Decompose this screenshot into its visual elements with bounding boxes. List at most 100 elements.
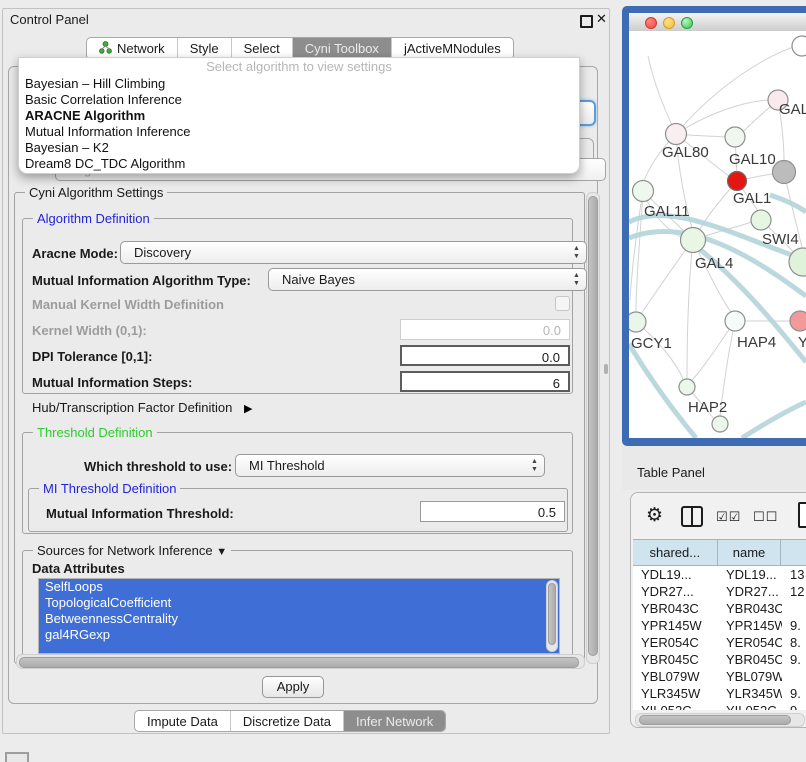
- zoom-traffic-light[interactable]: [681, 17, 693, 29]
- table-row[interactable]: YIL052CYIL052C9.: [633, 702, 806, 710]
- deselect-all-checkboxes-icon[interactable]: ☐☐: [753, 509, 778, 525]
- gear-icon[interactable]: ⚙: [646, 504, 663, 527]
- network-window-titlebar[interactable]: [629, 13, 806, 32]
- list-item-betweennesscentrality[interactable]: BetweennessCentrality: [39, 611, 559, 627]
- data-attributes-scrollbar-thumb[interactable]: [548, 583, 556, 645]
- settings-horizontal-scrollbar-thumb[interactable]: [19, 657, 579, 668]
- list-item-selfloops[interactable]: SelfLoops: [39, 579, 559, 595]
- tab-cyni-toolbox[interactable]: Cyni Toolbox: [293, 38, 392, 59]
- table-panel: ⚙ ☑☑ ☐☐ shared... name YDL19...YDL19...1…: [630, 492, 806, 728]
- tab-discretize-data[interactable]: Discretize Data: [231, 711, 344, 731]
- dropdown-prompt: Select algorithm to view settings: [19, 58, 579, 76]
- list-item-partial[interactable]: [39, 643, 559, 654]
- node-swi4[interactable]: [751, 210, 771, 230]
- document-icon[interactable]: [798, 502, 806, 528]
- list-item-topologicalcoefficient[interactable]: TopologicalCoefficient: [39, 595, 559, 611]
- aracne-mode-label: Aracne Mode:: [32, 246, 118, 261]
- table-row[interactable]: YBR045CYBR045C9.: [633, 651, 806, 668]
- tab-impute-data[interactable]: Impute Data: [135, 711, 231, 731]
- apply-button[interactable]: Apply: [262, 676, 324, 698]
- kernel-width-field[interactable]: 0.0: [400, 319, 570, 340]
- dpi-tolerance-field[interactable]: 0.0: [400, 345, 570, 366]
- algorithm-option-bayesian-k2[interactable]: Bayesian – K2: [19, 140, 579, 156]
- mi-steps-field[interactable]: 6: [400, 371, 570, 392]
- node-gal11[interactable]: [633, 181, 654, 202]
- manual-kernel-width-label: Manual Kernel Width Definition: [32, 297, 224, 312]
- tab-discretize-data-label: Discretize Data: [243, 714, 331, 729]
- data-attributes-scrollbar[interactable]: [546, 580, 558, 652]
- threshold-definition-title: Threshold Definition: [33, 425, 157, 440]
- algorithm-option-bayesian-hill-climbing[interactable]: Bayesian – Hill Climbing: [19, 76, 579, 92]
- table-row[interactable]: YDR27...YDR27...12: [633, 583, 806, 600]
- tab-style[interactable]: Style: [178, 38, 232, 59]
- table-horizontal-scrollbar[interactable]: [635, 713, 805, 727]
- table-row[interactable]: YBL079WYBL079W: [633, 668, 806, 685]
- algorithm-option-basic-correlation[interactable]: Basic Correlation Inference: [19, 92, 579, 108]
- close-traffic-light[interactable]: [645, 17, 657, 29]
- node-gcy1[interactable]: [629, 312, 646, 332]
- table-horizontal-scrollbar-thumb[interactable]: [639, 715, 791, 725]
- algorithm-option-aracne[interactable]: ARACNE Algorithm: [19, 108, 579, 124]
- node-gray[interactable]: [773, 161, 796, 184]
- mi-threshold-field[interactable]: 0.5: [420, 501, 565, 522]
- column-header-partial[interactable]: [781, 540, 806, 565]
- which-threshold-value: MI Threshold: [249, 458, 325, 473]
- tab-select[interactable]: Select: [232, 38, 293, 59]
- data-attributes-list: SelfLoops TopologicalCoefficient Between…: [38, 578, 560, 654]
- algorithm-option-mutual-information[interactable]: Mutual Information Inference: [19, 124, 579, 140]
- mi-algorithm-type-label: Mutual Information Algorithm Type:: [32, 273, 251, 288]
- node-gal4[interactable]: [681, 228, 706, 253]
- table-row[interactable]: YER054CYER054C8.: [633, 634, 806, 651]
- manual-kernel-width-checkbox[interactable]: [555, 296, 570, 311]
- aracne-mode-combobox[interactable]: Discovery ▲▼: [120, 241, 587, 264]
- node-hap4[interactable]: [725, 311, 745, 331]
- label-y: Y: [798, 334, 806, 351]
- column-header-name[interactable]: name: [718, 540, 782, 565]
- tab-infer-network[interactable]: Infer Network: [344, 711, 445, 731]
- which-threshold-combobox[interactable]: MI Threshold ▲▼: [235, 454, 545, 477]
- split-columns-icon[interactable]: [681, 506, 703, 527]
- node-partial-top[interactable]: [792, 36, 806, 56]
- minimized-panel-icon[interactable]: [5, 752, 29, 762]
- table-toolbar: ⚙ ☑☑ ☐☐: [631, 493, 806, 539]
- tab-network[interactable]: Network: [87, 38, 178, 59]
- list-item-gal4rgexp[interactable]: gal4RGexp: [39, 627, 559, 643]
- table-row[interactable]: YLR345WYLR345W9.: [633, 685, 806, 702]
- node-partial-right[interactable]: [789, 248, 806, 276]
- sources-title: Sources for Network Inference ▼: [33, 543, 231, 558]
- table-row[interactable]: YPR145WYPR145W9.: [633, 617, 806, 634]
- tab-infer-network-label: Infer Network: [356, 714, 433, 729]
- hub-definition-toggle[interactable]: Hub/Transcription Factor Definition ▶: [32, 400, 252, 415]
- float-panel-icon[interactable]: [580, 15, 593, 28]
- settings-horizontal-scrollbar[interactable]: [16, 654, 585, 669]
- node-partial-bottom[interactable]: [712, 416, 728, 432]
- label-hap2: HAP2: [688, 399, 727, 416]
- collapse-down-icon[interactable]: ▼: [216, 546, 227, 558]
- column-header-shared[interactable]: shared...: [633, 540, 718, 565]
- network-graph: GAL GAL80 GAL10 GAL1 GAL11 SWI4 GAL4 GCY…: [629, 31, 806, 438]
- table-row[interactable]: YBR043CYBR043C: [633, 600, 806, 617]
- node-gal80[interactable]: [666, 124, 687, 145]
- bottom-tabbar: Impute Data Discretize Data Infer Networ…: [134, 710, 446, 732]
- algorithm-option-dream8[interactable]: Dream8 DC_TDC Algorithm: [19, 156, 579, 172]
- minimize-traffic-light[interactable]: [663, 17, 675, 29]
- hub-definition-label: Hub/Transcription Factor Definition: [32, 400, 232, 415]
- settings-vertical-scrollbar-thumb[interactable]: [588, 196, 598, 656]
- node-gal10[interactable]: [725, 127, 745, 147]
- select-all-checkboxes-icon[interactable]: ☑☑: [716, 509, 741, 525]
- network-canvas[interactable]: GAL GAL80 GAL10 GAL1 GAL11 SWI4 GAL4 GCY…: [629, 31, 806, 438]
- split-pane-handle[interactable]: [604, 364, 608, 374]
- control-panel-title: Control Panel: [10, 12, 89, 27]
- table-row[interactable]: YDL19...YDL19...13: [633, 566, 806, 583]
- label-gal4: GAL4: [695, 255, 733, 272]
- tab-cyni-toolbox-label: Cyni Toolbox: [305, 41, 379, 56]
- node-gal1[interactable]: [728, 172, 747, 191]
- settings-vertical-scrollbar[interactable]: [586, 192, 600, 664]
- cyni-algorithm-settings-title: Cyni Algorithm Settings: [25, 185, 167, 200]
- node-y-partial[interactable]: [790, 311, 806, 331]
- close-panel-icon[interactable]: ✕: [596, 11, 607, 27]
- mi-algorithm-type-combobox[interactable]: Naive Bayes ▲▼: [268, 268, 587, 291]
- node-hap2[interactable]: [679, 379, 695, 395]
- tab-jactivemnodules-label: jActiveMNodules: [404, 41, 501, 56]
- tab-jactivemnodules[interactable]: jActiveMNodules: [392, 38, 513, 59]
